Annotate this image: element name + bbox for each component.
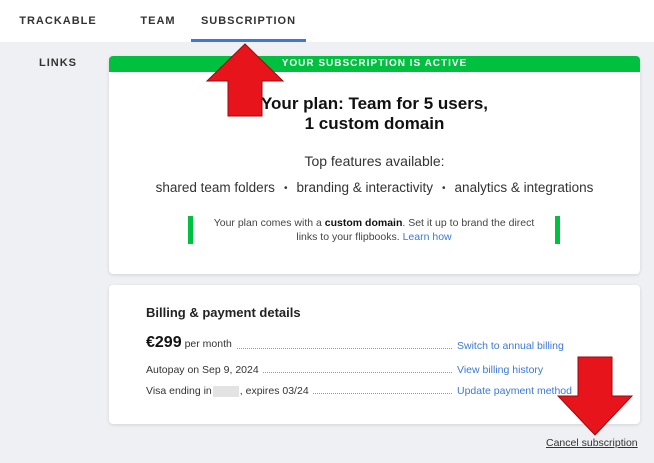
view-billing-history-link[interactable]: View billing history bbox=[457, 364, 543, 376]
custom-domain-note: Your plan comes with a custom domain. Se… bbox=[188, 216, 560, 244]
subscription-active-banner: YOUR SUBSCRIPTION IS ACTIVE bbox=[109, 56, 640, 72]
card-text: Visa ending in , expires 03/24 bbox=[146, 385, 313, 397]
feature-item: analytics & integrations bbox=[454, 180, 594, 195]
plan-title-line2: 1 custom domain bbox=[304, 114, 445, 133]
price-amount: €299 bbox=[146, 334, 182, 351]
masked-card-digits bbox=[212, 385, 239, 397]
note-text: Your plan comes with a bbox=[213, 217, 325, 229]
bullet-separator: • bbox=[442, 182, 446, 194]
price-text: €299 per month bbox=[146, 334, 236, 352]
tab-trackable-links[interactable]: TRACKABLE LINKS bbox=[0, 0, 116, 69]
feature-item: branding & interactivity bbox=[296, 180, 434, 195]
tab-subscription[interactable]: SUBSCRIPTION bbox=[191, 0, 306, 42]
features-title: Top features available: bbox=[304, 153, 445, 169]
cancel-subscription-link[interactable]: Cancel subscription bbox=[546, 437, 638, 449]
update-payment-method-link[interactable]: Update payment method bbox=[457, 385, 572, 397]
plan-title: Your plan: Team for 5 users, 1 custom do… bbox=[109, 94, 640, 134]
price-period: per month bbox=[184, 338, 232, 350]
autopay-text: Autopay on Sep 9, 2024 bbox=[146, 364, 263, 376]
plan-title-line1: Your plan: Team for 5 users, bbox=[260, 94, 489, 113]
card-prefix: Visa ending in bbox=[146, 385, 212, 397]
tab-team[interactable]: TEAM bbox=[130, 0, 186, 42]
card-expiry: , expires 03/24 bbox=[239, 385, 309, 397]
annotation-arrow-up-icon bbox=[206, 43, 284, 117]
feature-item: shared team folders bbox=[155, 180, 275, 195]
note-bold-text: custom domain bbox=[324, 217, 403, 229]
billing-row-autopay: Autopay on Sep 9, 2024 View billing hist… bbox=[146, 360, 574, 376]
bullet-separator: • bbox=[283, 182, 288, 194]
switch-annual-billing-link[interactable]: Switch to annual billing bbox=[457, 340, 564, 352]
billing-title: Billing & payment details bbox=[146, 305, 301, 320]
annotation-arrow-down-icon bbox=[557, 356, 633, 436]
plan-card: YOUR SUBSCRIPTION IS ACTIVE Your plan: T… bbox=[109, 56, 640, 274]
billing-row-price: €299 per month Switch to annual billing bbox=[146, 334, 574, 352]
learn-how-link[interactable]: Learn how bbox=[403, 231, 452, 243]
billing-row-card: Visa ending in , expires 03/24 Update pay… bbox=[146, 381, 574, 397]
tab-bar: TRACKABLE LINKS TEAM SUBSCRIPTION bbox=[0, 0, 654, 69]
features-list: shared team folders • branding & interacti… bbox=[109, 180, 640, 195]
